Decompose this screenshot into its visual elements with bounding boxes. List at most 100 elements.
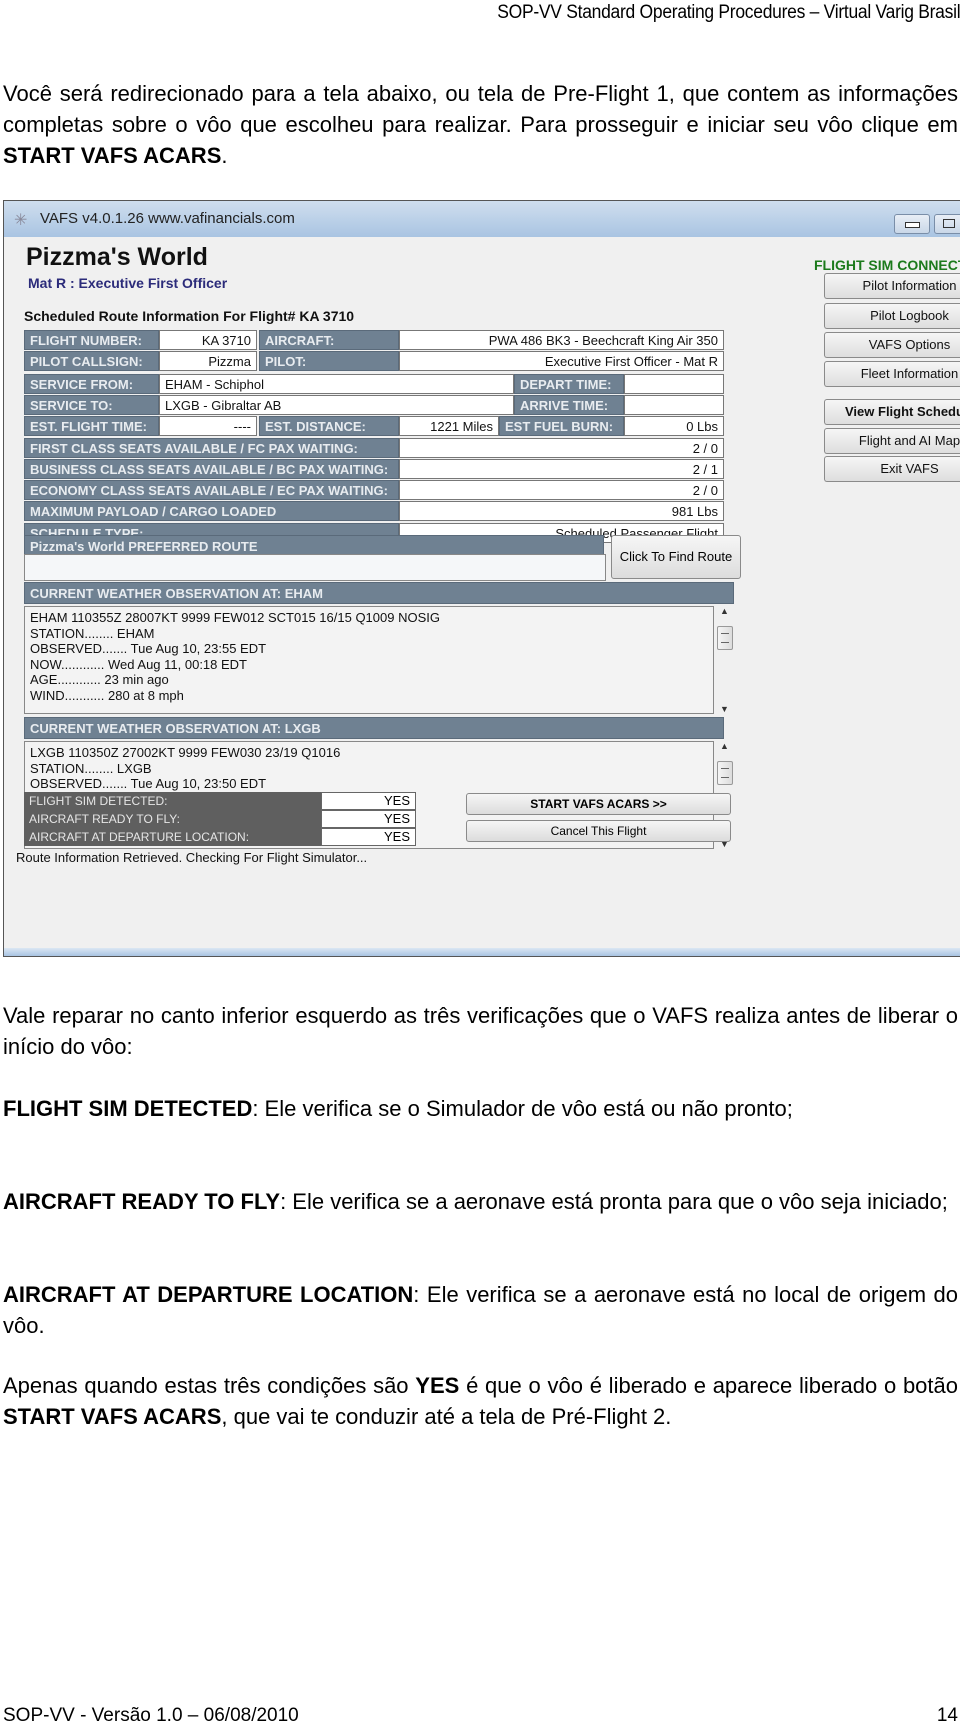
vafs-options-button[interactable]: VAFS Options bbox=[824, 332, 960, 358]
window-title: VAFS v4.0.1.26 www.vafinancials.com bbox=[40, 210, 295, 227]
route-heading: Scheduled Route Information For Flight# … bbox=[24, 308, 355, 324]
payload-value: 981 Lbs bbox=[399, 501, 724, 521]
intro-paragraph: Você será redirecionado para a tela abai… bbox=[3, 78, 958, 171]
preferred-route-field[interactable] bbox=[24, 554, 606, 581]
weather-scrollbar-departure[interactable]: ▲ ▼ bbox=[717, 606, 733, 714]
scroll-down-icon[interactable]: ▼ bbox=[720, 704, 729, 714]
note-paragraph: Vale reparar no canto inferior esquerdo … bbox=[3, 1003, 958, 1059]
business-class-value: 2 / 1 bbox=[399, 459, 724, 479]
start-vafs-acars-button[interactable]: START VAFS ACARS >> bbox=[466, 793, 731, 815]
flight-number-value: KA 3710 bbox=[159, 330, 257, 350]
conclusion-paragraph: Apenas quando estas três condições são Y… bbox=[3, 1370, 958, 1432]
scroll-thumb[interactable] bbox=[717, 626, 733, 650]
first-class-label: FIRST CLASS SEATS AVAILABLE / FC PAX WAI… bbox=[24, 438, 399, 458]
conclusion-bold: START VAFS ACARS bbox=[3, 1404, 222, 1429]
weather-line: LXGB 110350Z 27002KT 9999 FEW030 23/19 Q… bbox=[30, 745, 341, 760]
check-sim-detected-label: FLIGHT SIM DETECTED: bbox=[24, 792, 321, 810]
fleet-information-button[interactable]: Fleet Information bbox=[824, 361, 960, 387]
exit-vafs-button[interactable]: Exit VAFS bbox=[824, 456, 960, 482]
page-number: 14 bbox=[936, 1705, 958, 1726]
pilot-label: PILOT: bbox=[259, 351, 399, 371]
economy-class-value: 2 / 0 bbox=[399, 480, 724, 500]
minimize-button[interactable] bbox=[894, 214, 930, 234]
conclusion-bold: YES bbox=[415, 1373, 460, 1398]
pilot-logbook-button[interactable]: Pilot Logbook bbox=[824, 303, 960, 329]
fuel-burn-value: 0 Lbs bbox=[624, 416, 724, 436]
economy-class-label: ECONOMY CLASS SEATS AVAILABLE / EC PAX W… bbox=[24, 480, 399, 500]
weather-header-departure: CURRENT WEATHER OBSERVATION AT: EHAM bbox=[24, 582, 734, 604]
pilot-information-button[interactable]: Pilot Information bbox=[824, 273, 960, 299]
weather-line: EHAM 110355Z 28007KT 9999 FEW012 SCT015 … bbox=[30, 610, 440, 625]
flight-number-label: FLIGHT NUMBER: bbox=[24, 330, 159, 350]
depart-time-label: DEPART TIME: bbox=[514, 374, 624, 394]
aircraft-label: AIRCRAFT: bbox=[259, 330, 399, 350]
check-aircraft-ready-value: YES bbox=[321, 810, 416, 828]
weather-line: WIND........... 280 at 8 mph bbox=[30, 687, 184, 703]
view-flight-schedules-button[interactable]: View Flight Schedules bbox=[824, 399, 960, 425]
scroll-up-icon[interactable]: ▲ bbox=[720, 606, 729, 616]
sim-connection-status: FLIGHT SIM CONNECTED bbox=[814, 257, 960, 273]
depart-time-value bbox=[624, 374, 724, 394]
check-description: AIRCRAFT READY TO FLY: Ele verifica se a… bbox=[3, 1186, 958, 1217]
vafs-window: ✳ VAFS v4.0.1.26 www.vafinancials.com Pi… bbox=[3, 200, 960, 957]
arrive-time-value bbox=[624, 395, 724, 415]
check-sim-detected-value: YES bbox=[321, 792, 416, 810]
weather-line: AGE............ 23 min ago bbox=[30, 672, 169, 688]
service-to-value: LXGB - Gibraltar AB bbox=[159, 395, 514, 415]
window-bottom-border bbox=[4, 948, 960, 956]
app-icon: ✳ bbox=[14, 212, 28, 229]
weather-line: OBSERVED....... Tue Aug 10, 23:55 EDT bbox=[30, 641, 267, 657]
document-header: SOP-VV Standard Operating Procedures – V… bbox=[496, 2, 960, 23]
check-aircraft-ready-label: AIRCRAFT READY TO FLY: bbox=[24, 810, 321, 828]
maximize-button[interactable] bbox=[934, 214, 960, 234]
check-desc: : Ele verifica se o Simulador de vôo est… bbox=[252, 1096, 793, 1121]
user-rank: Mat R : Executive First Officer bbox=[28, 275, 228, 291]
footer-version: SOP-VV - Versão 1.0 – 06/08/2010 bbox=[3, 1705, 299, 1726]
conclusion-text: Apenas quando estas três condições são bbox=[3, 1373, 416, 1398]
conclusion-text: , que vai te conduzir até a tela de Pré-… bbox=[221, 1404, 672, 1429]
est-flight-time-label: EST. FLIGHT TIME: bbox=[24, 416, 159, 436]
check-term: FLIGHT SIM DETECTED bbox=[3, 1096, 253, 1121]
title-bar[interactable]: ✳ VAFS v4.0.1.26 www.vafinancials.com bbox=[4, 201, 960, 237]
find-route-button[interactable]: Click To Find Route bbox=[611, 535, 741, 579]
est-flight-time-value: ---- bbox=[159, 416, 257, 436]
weather-header-arrival: CURRENT WEATHER OBSERVATION AT: LXGB bbox=[24, 717, 724, 739]
intro-end: . bbox=[221, 143, 228, 168]
window-client: Pizzma's World Mat R : Executive First O… bbox=[14, 237, 960, 948]
conclusion-text: é que o vôo é liberado e aparece liberad… bbox=[459, 1373, 958, 1398]
callsign-label: PILOT CALLSIGN: bbox=[24, 351, 159, 371]
flight-ai-map-button[interactable]: Flight and AI Map bbox=[824, 428, 960, 454]
check-description: AIRCRAFT AT DEPARTURE LOCATION: Ele veri… bbox=[3, 1279, 958, 1341]
callsign-value: Pizzma bbox=[159, 351, 257, 371]
business-class-label: BUSINESS CLASS SEATS AVAILABLE / BC PAX … bbox=[24, 459, 399, 479]
est-distance-label: EST. DISTANCE: bbox=[259, 416, 399, 436]
check-description: FLIGHT SIM DETECTED: Ele verifica se o S… bbox=[3, 1093, 958, 1124]
fuel-burn-label: EST FUEL BURN: bbox=[499, 416, 624, 436]
check-term: AIRCRAFT AT DEPARTURE LOCATION bbox=[3, 1282, 414, 1307]
first-class-value: 2 / 0 bbox=[399, 438, 724, 458]
check-departure-location-label: AIRCRAFT AT DEPARTURE LOCATION: bbox=[24, 828, 321, 846]
service-to-label: SERVICE TO: bbox=[24, 395, 159, 415]
scroll-up-icon[interactable]: ▲ bbox=[720, 741, 729, 751]
est-distance-value: 1221 Miles bbox=[399, 416, 499, 436]
check-term: AIRCRAFT READY TO FLY bbox=[3, 1189, 281, 1214]
intro-text: Você será redirecionado para a tela abai… bbox=[3, 81, 958, 137]
app-title: Pizzma's World bbox=[26, 243, 208, 271]
check-departure-location-value: YES bbox=[321, 828, 416, 846]
weather-line: STATION........ LXGB bbox=[30, 760, 152, 776]
aircraft-value: PWA 486 BK3 - Beechcraft King Air 350 bbox=[399, 330, 724, 350]
weather-line: NOW............ Wed Aug 11, 00:18 EDT bbox=[30, 656, 248, 672]
status-bar-text: Route Information Retrieved. Checking Fo… bbox=[16, 850, 368, 865]
check-desc: : Ele verifica se a aeronave está pronta… bbox=[280, 1189, 948, 1214]
service-from-label: SERVICE FROM: bbox=[24, 374, 159, 394]
weather-box-departure[interactable]: EHAM 110355Z 28007KT 9999 FEW012 SCT015 … bbox=[24, 606, 714, 714]
weather-line: STATION........ EHAM bbox=[30, 625, 155, 641]
document-footer: SOP-VV - Versão 1.0 – 06/08/2010 14 bbox=[3, 1705, 960, 1727]
scroll-thumb[interactable] bbox=[717, 761, 733, 785]
pilot-value: Executive First Officer - Mat R bbox=[399, 351, 724, 371]
intro-bold: START VAFS ACARS bbox=[3, 143, 222, 168]
payload-label: MAXIMUM PAYLOAD / CARGO LOADED bbox=[24, 501, 399, 521]
service-from-value: EHAM - Schiphol bbox=[159, 374, 514, 394]
arrive-time-label: ARRIVE TIME: bbox=[514, 395, 624, 415]
cancel-flight-button[interactable]: Cancel This Flight bbox=[466, 820, 731, 842]
